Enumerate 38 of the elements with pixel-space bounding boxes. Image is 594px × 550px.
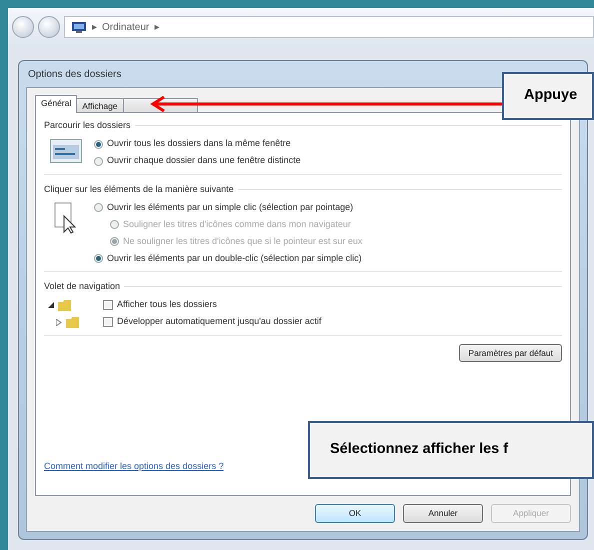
radio-button[interactable]	[94, 156, 103, 166]
folder-icon	[58, 300, 71, 310]
option-label: Souligner les titres d'icônes comme dans mon navigateur	[123, 218, 351, 231]
option-label: Ne souligner les titres d'icônes que si le pointeur est sur eux	[123, 234, 362, 248]
breadcrumb-item[interactable]: Ordinateur	[102, 20, 150, 34]
breadcrumb-separator: ▸	[154, 20, 160, 34]
breadcrumb-separator: ▸	[92, 20, 97, 34]
checkbox[interactable]	[103, 317, 113, 327]
option-label: Ouvrir les éléments par un double-clic (sélection par simple clic)	[107, 252, 362, 265]
expand-arrow-icon	[48, 302, 54, 308]
window-title: Options des dossiers	[28, 68, 122, 82]
tab[interactable]: Général	[35, 95, 78, 113]
group-title: Volet de navigation	[44, 280, 120, 293]
callout: Appuye	[502, 72, 594, 120]
group-title: Parcourir les dossiers	[44, 119, 131, 132]
forward-button[interactable]	[38, 16, 60, 38]
back-button[interactable]	[12, 16, 34, 38]
cursor-icon	[54, 202, 78, 234]
radio-button[interactable]	[94, 140, 103, 148]
option-label: Afficher tous les dossiers	[117, 298, 217, 312]
option-label: Ouvrir chaque dossier dans une fenêtre distincte	[107, 154, 301, 168]
address-bar[interactable]: ▸ Ordinateur ▸	[64, 16, 594, 38]
radio-button[interactable]	[94, 203, 103, 212]
callout: Sélectionnez afficher les f	[308, 421, 594, 479]
help-link[interactable]: Comment modifier les options des dossiers ?	[44, 460, 224, 471]
defaults-button[interactable]: Paramètres par défaut	[459, 344, 562, 362]
option-label: Ouvrir les éléments par un simple clic (sélection par pointage)	[107, 200, 354, 214]
option-label: Ouvrir tous les dossiers dans la même fenêtre	[107, 137, 291, 150]
option-label: Développer automatiquement jusqu'au dossier actif	[117, 315, 322, 328]
collapse-arrow-icon	[56, 318, 62, 326]
checkbox[interactable]	[103, 300, 113, 310]
dialog-button[interactable]: OK	[315, 504, 395, 523]
folder-icon	[66, 316, 79, 328]
radio-button[interactable]	[94, 254, 103, 263]
window-icon	[50, 138, 82, 162]
dialog-button[interactable]: Annuler	[403, 504, 483, 523]
group-title: Cliquer sur les éléments de la manière suivante	[44, 182, 234, 196]
computer-icon	[71, 20, 87, 34]
